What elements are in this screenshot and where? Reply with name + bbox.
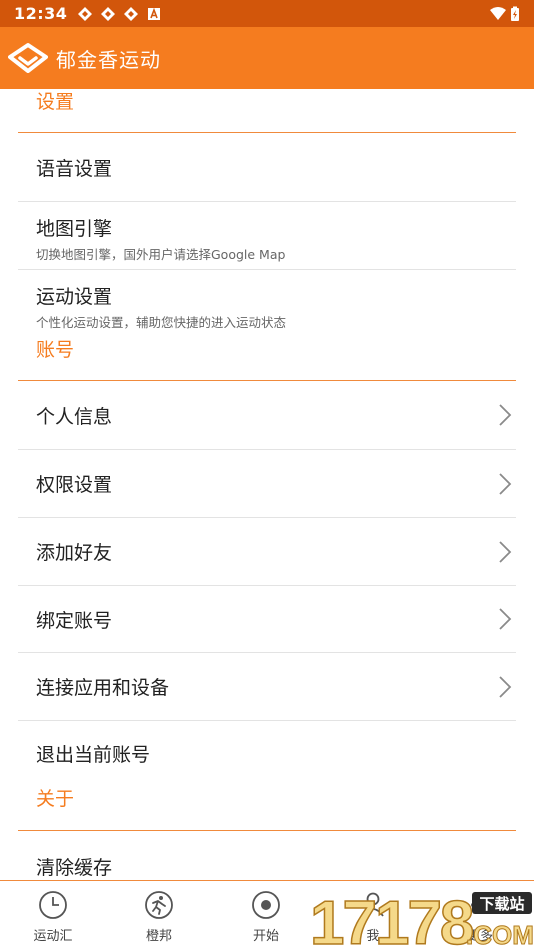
bind-account-row[interactable]: 绑定账号 bbox=[0, 586, 534, 652]
add-friend-label: 添加好友 bbox=[36, 542, 113, 564]
settings-list[interactable]: 设置 语音设置 地图引擎 切换地图引擎，国外用户请选择Google Map 运动… bbox=[0, 89, 534, 880]
tab-start[interactable]: 开始 bbox=[213, 881, 319, 951]
tab-label: 开始 bbox=[252, 929, 279, 944]
tulip-logo-icon bbox=[8, 43, 48, 73]
status-time: 12:34 bbox=[14, 4, 68, 23]
bind-account-label: 绑定账号 bbox=[36, 609, 113, 632]
tab-label: 橙邦 bbox=[145, 929, 172, 944]
chevron-right-icon bbox=[499, 675, 512, 698]
clear-cache-label: 清除缓存 bbox=[36, 856, 113, 879]
permission-settings-label: 权限设置 bbox=[36, 474, 113, 496]
app-notification-icon bbox=[124, 6, 139, 21]
permission-settings-row[interactable]: 权限设置 bbox=[0, 450, 534, 517]
clear-cache-row[interactable]: 清除缓存 bbox=[0, 831, 534, 880]
logout-label: 退出当前账号 bbox=[36, 743, 151, 766]
tab-sports-hub[interactable]: 运动汇 bbox=[0, 881, 106, 951]
watermark-tag: 下载站 bbox=[479, 895, 524, 913]
app-notification-icon bbox=[78, 6, 93, 21]
watermark-number: 17178 bbox=[310, 889, 473, 950]
status-right bbox=[490, 6, 520, 22]
connect-devices-row[interactable]: 连接应用和设备 bbox=[0, 653, 534, 720]
tab-orange-club[interactable]: 橙邦 bbox=[106, 881, 212, 951]
a-notification-icon bbox=[148, 7, 161, 20]
watermark-domain: .COM bbox=[466, 920, 534, 950]
section-account-title: 账号 bbox=[36, 339, 75, 361]
chevron-right-icon bbox=[499, 608, 512, 630]
clock-icon bbox=[39, 891, 67, 919]
map-engine-description: 切换地图引擎，国外用户请选择Google Map bbox=[36, 247, 286, 262]
runner-icon bbox=[145, 891, 173, 919]
tab-label: 运动汇 bbox=[33, 929, 73, 944]
add-friend-row[interactable]: 添加好友 bbox=[0, 518, 534, 585]
chevron-right-icon bbox=[499, 540, 512, 563]
personal-info-label: 个人信息 bbox=[36, 405, 113, 428]
connect-devices-label: 连接应用和设备 bbox=[36, 677, 170, 699]
app-bar: 郁金香运动 bbox=[0, 27, 534, 89]
watermark-logo: 17178 下载站 .COM bbox=[310, 888, 534, 950]
battery-icon bbox=[511, 6, 519, 21]
sport-settings-label: 运动设置 bbox=[36, 286, 113, 308]
map-engine-row[interactable]: 地图引擎 切换地图引擎，国外用户请选择Google Map bbox=[0, 202, 534, 269]
section-settings-title: 设置 bbox=[36, 91, 75, 113]
voice-settings-row[interactable]: 语音设置 bbox=[0, 133, 534, 201]
wifi-icon bbox=[490, 6, 506, 20]
logout-row[interactable]: 退出当前账号 bbox=[0, 721, 534, 785]
sport-settings-row[interactable]: 运动设置 个性化运动设置，辅助您快捷的进入运动状态 bbox=[0, 270, 534, 332]
record-icon bbox=[252, 891, 280, 919]
chevron-right-icon bbox=[499, 472, 512, 495]
app-title: 郁金香运动 bbox=[56, 47, 161, 72]
voice-settings-label: 语音设置 bbox=[36, 157, 113, 180]
map-engine-label: 地图引擎 bbox=[36, 218, 113, 240]
status-bar: 12:34 bbox=[0, 0, 534, 27]
personal-info-row[interactable]: 个人信息 bbox=[0, 381, 534, 449]
app-notification-icon bbox=[101, 6, 116, 21]
sport-settings-description: 个性化运动设置，辅助您快捷的进入运动状态 bbox=[36, 315, 287, 330]
section-about-title: 关于 bbox=[36, 788, 75, 810]
chevron-right-icon bbox=[499, 404, 512, 426]
